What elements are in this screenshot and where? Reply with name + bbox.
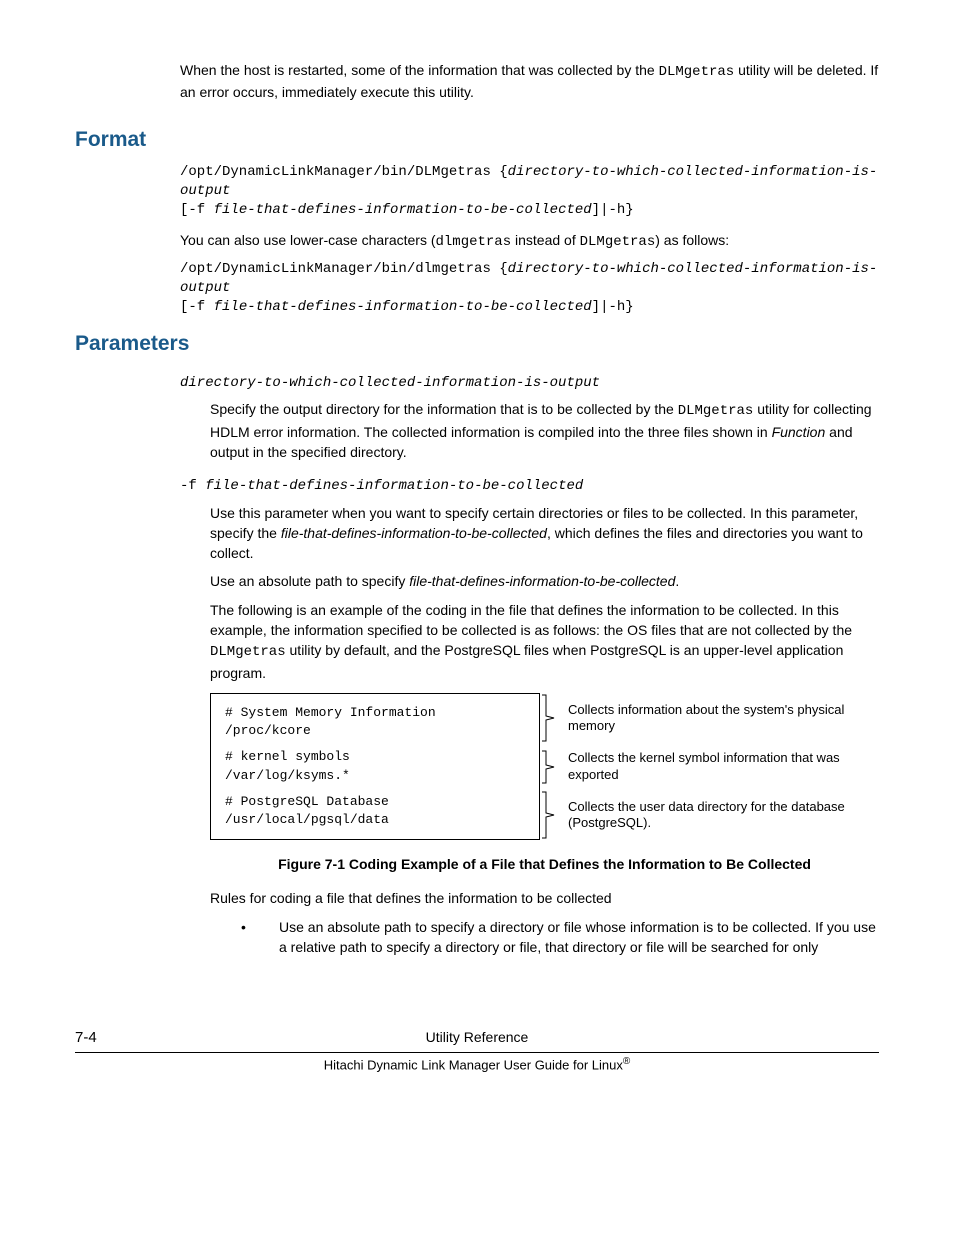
param-arg: file-that-defines-information-to-be-coll… — [205, 478, 583, 494]
param2-desc3: The following is an example of the codin… — [210, 600, 879, 683]
text-italic: file-that-defines-information-to-be-coll… — [281, 525, 547, 541]
fig-line: /usr/local/pgsql/data — [225, 811, 525, 829]
text: . — [675, 573, 679, 589]
figure-code-box: # System Memory Information /proc/kcore … — [210, 693, 540, 840]
footer-title: Utility Reference — [75, 1027, 879, 1047]
text: Use an absolute path to specify — [210, 573, 409, 589]
bullet-icon: • — [235, 917, 279, 958]
fig-line: # System Memory Information — [225, 704, 525, 722]
parameters-heading: Parameters — [75, 329, 879, 359]
code: [-f — [180, 202, 214, 218]
text: When the host is restarted, some of the … — [180, 62, 659, 78]
fig-line: /proc/kcore — [225, 722, 525, 740]
format-code-1: /opt/DynamicLinkManager/bin/DLMgetras {d… — [180, 163, 879, 220]
code-inline: DLMgetras — [678, 403, 754, 419]
code-inline: DLMgetras — [580, 234, 656, 250]
bracket-icon — [540, 693, 562, 743]
page-footer: 7-4 Utility Reference Hitachi Dynamic Li… — [75, 1027, 879, 1074]
param2-desc1: Use this parameter when you want to spec… — [210, 503, 879, 564]
footer-book-title: Hitachi Dynamic Link Manager User Guide … — [75, 1055, 879, 1075]
code: /opt/DynamicLinkManager/bin/DLMgetras { — [180, 164, 508, 180]
text: instead of — [511, 232, 580, 248]
bracket-icon — [540, 790, 562, 840]
param2-desc2: Use an absolute path to specify file-tha… — [210, 571, 879, 591]
code: ]|-h} — [592, 202, 634, 218]
page-number: 7-4 — [75, 1027, 97, 1049]
text-italic: file-that-defines-information-to-be-coll… — [409, 573, 675, 589]
annotation: Collects the kernel symbol information t… — [562, 750, 879, 783]
annotation: Collects the user data directory for the… — [562, 799, 879, 832]
code-inline: DLMgetras — [659, 64, 735, 80]
intro-paragraph: When the host is restarted, some of the … — [180, 60, 879, 103]
param2-term: -f file-that-defines-information-to-be-c… — [180, 476, 879, 496]
code: ]|-h} — [592, 299, 634, 315]
text: ) as follows: — [655, 232, 729, 248]
code: /opt/DynamicLinkManager/bin/dlmgetras { — [180, 261, 508, 277]
text: The following is an example of the codin… — [210, 602, 852, 638]
text-italic: Function — [772, 424, 826, 440]
figure-7-1: # System Memory Information /proc/kcore … — [210, 693, 879, 840]
code-arg: file-that-defines-information-to-be-coll… — [214, 202, 592, 218]
param1-desc: Specify the output directory for the inf… — [210, 399, 879, 462]
figure-caption: Figure 7-1 Coding Example of a File that… — [210, 854, 879, 874]
text: utility by default, and the PostgreSQL f… — [210, 642, 843, 680]
figure-annotations: Collects information about the system's … — [540, 693, 879, 840]
code-inline: dlmgetras — [436, 234, 512, 250]
code-inline: DLMgetras — [210, 644, 286, 660]
flag: -f — [180, 478, 205, 494]
code-arg: file-that-defines-information-to-be-coll… — [214, 299, 592, 315]
footer-rule — [75, 1052, 879, 1053]
format-mid-text: You can also use lower-case characters (… — [180, 230, 879, 252]
annotation: Collects information about the system's … — [562, 702, 879, 735]
param1-term: directory-to-which-collected-information… — [180, 373, 879, 393]
text: You can also use lower-case characters ( — [180, 232, 436, 248]
format-code-2: /opt/DynamicLinkManager/bin/dlmgetras {d… — [180, 260, 879, 317]
code: [-f — [180, 299, 214, 315]
fig-line: # kernel symbols — [225, 748, 525, 766]
fig-line: /var/log/ksyms.* — [225, 767, 525, 785]
registered-mark: ® — [623, 1056, 630, 1067]
format-heading: Format — [75, 125, 879, 155]
bracket-icon — [540, 749, 562, 785]
fig-line: # PostgreSQL Database — [225, 793, 525, 811]
rules-intro: Rules for coding a file that defines the… — [210, 888, 879, 908]
bullet-item: • Use an absolute path to specify a dire… — [235, 917, 879, 958]
text: Hitachi Dynamic Link Manager User Guide … — [324, 1057, 623, 1072]
text: Specify the output directory for the inf… — [210, 401, 678, 417]
bullet-text: Use an absolute path to specify a direct… — [279, 917, 879, 958]
